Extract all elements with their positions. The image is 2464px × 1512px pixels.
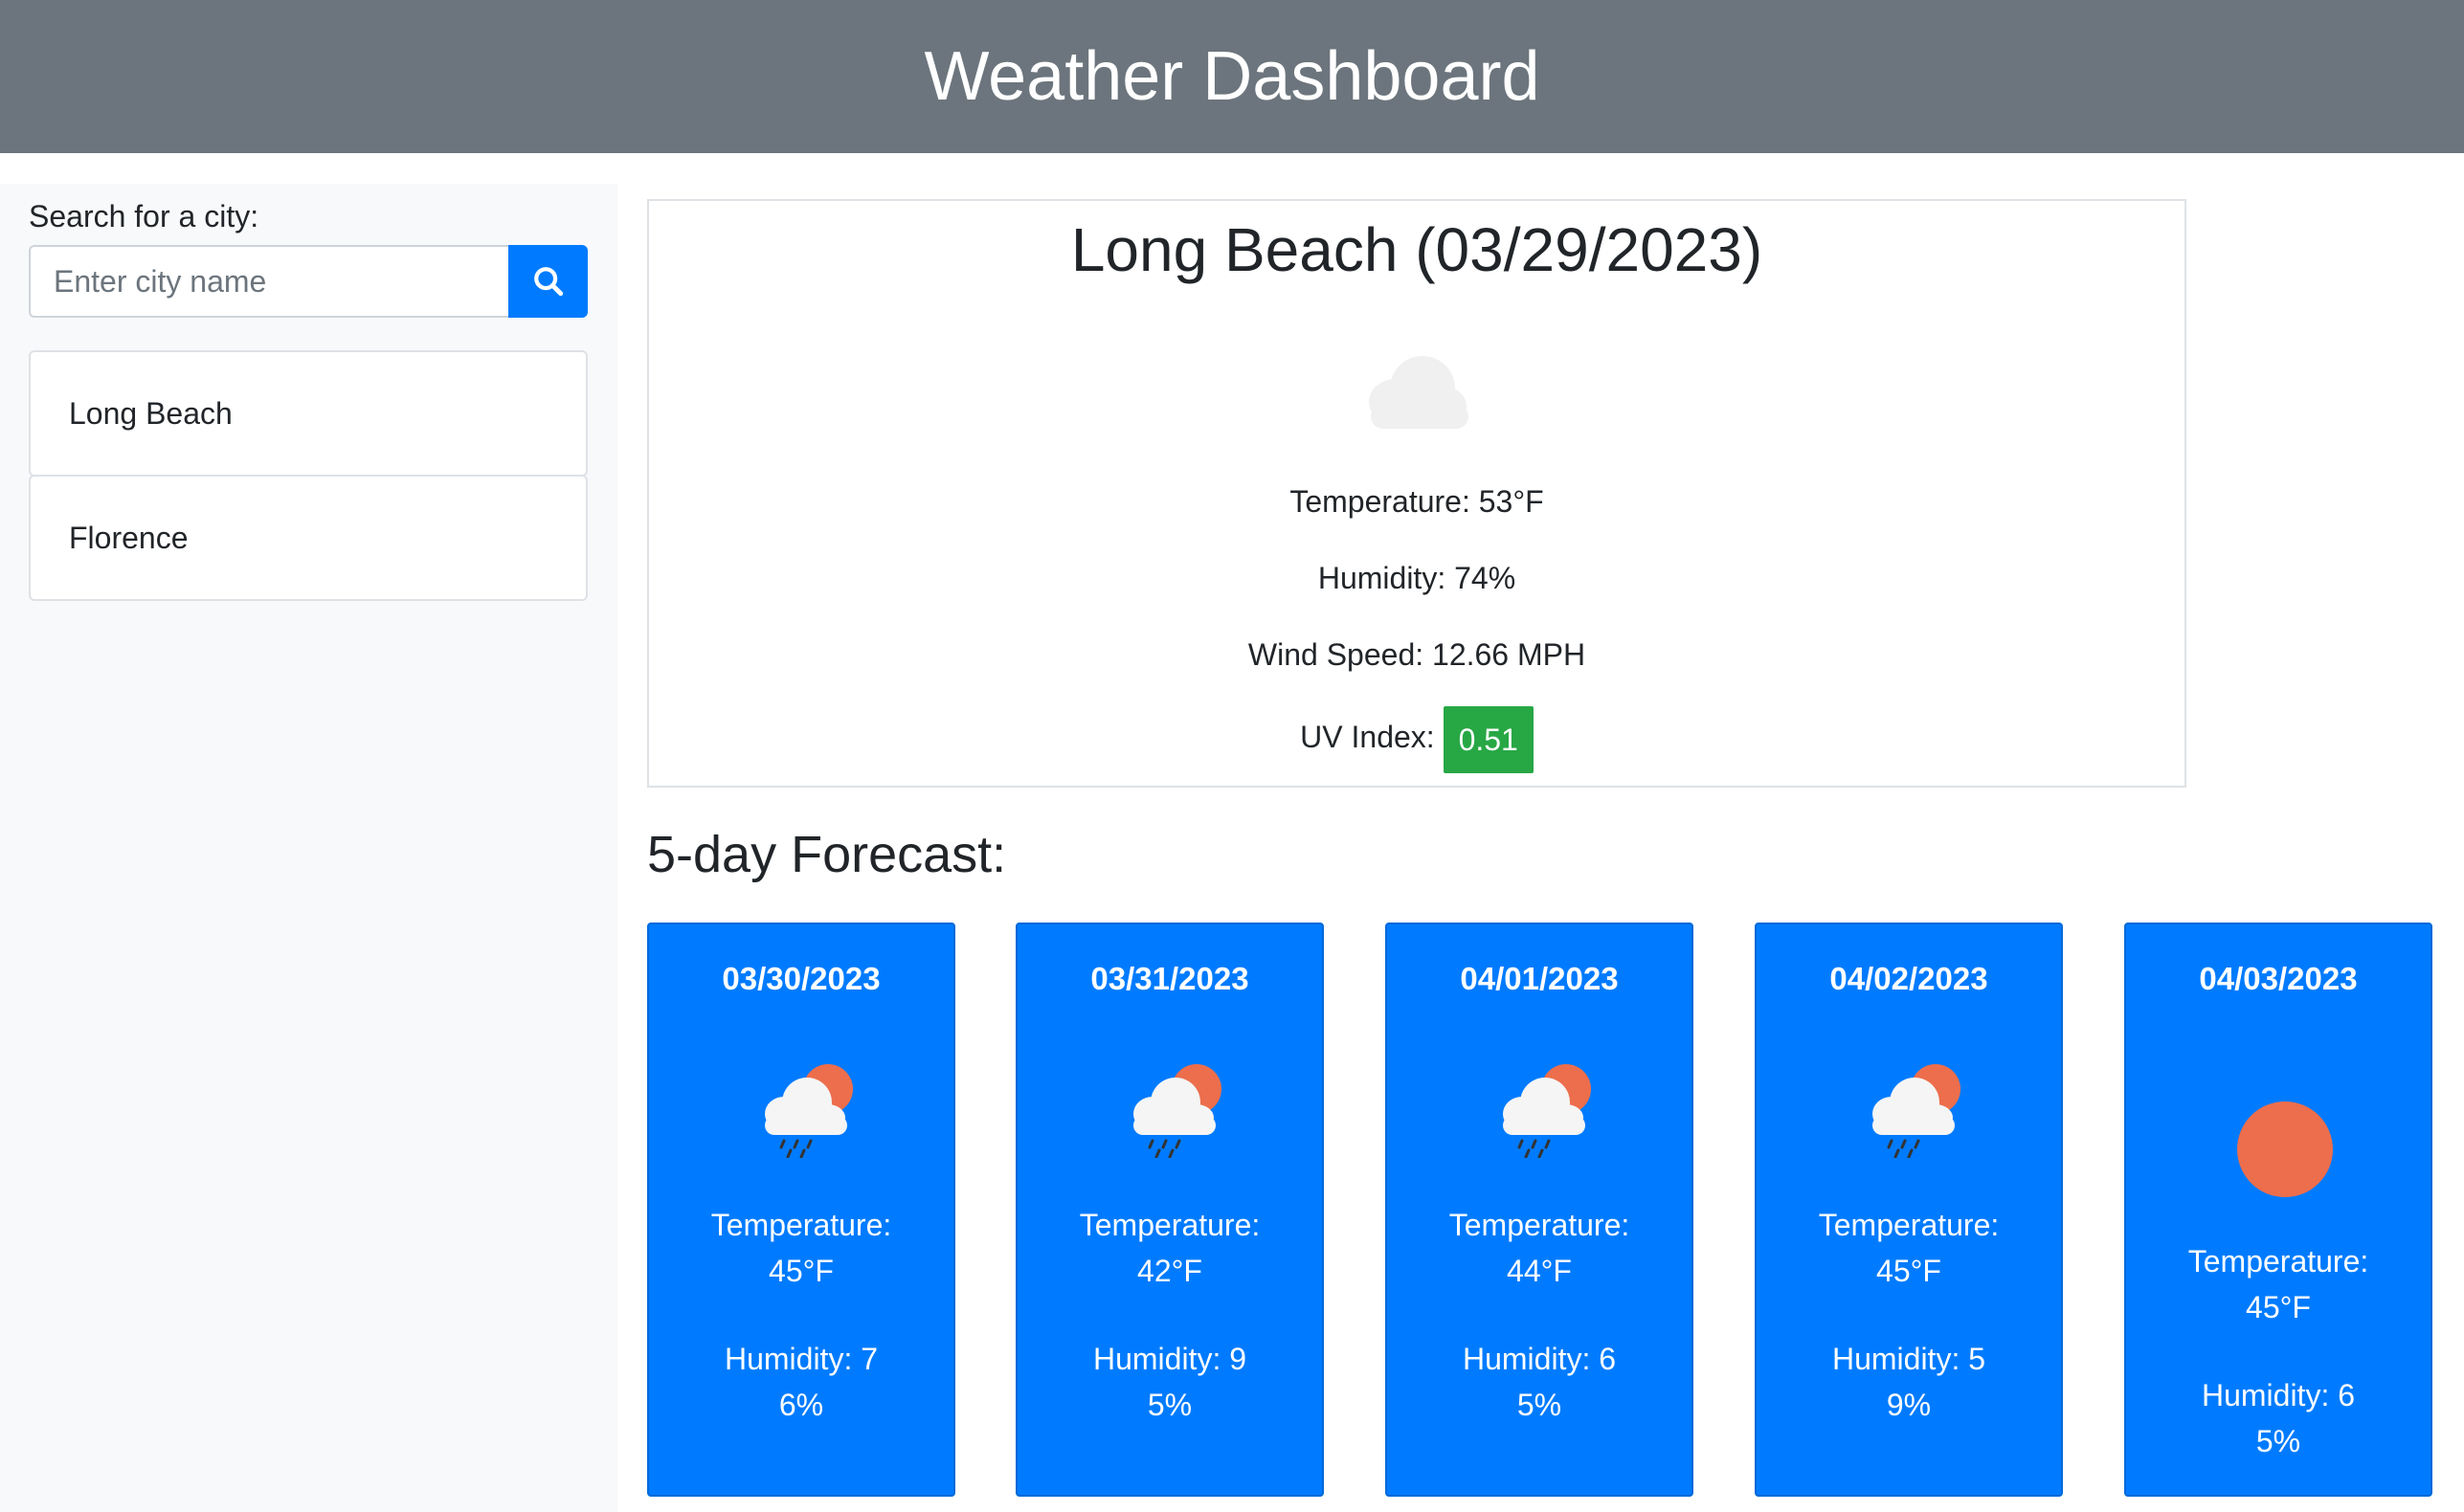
sun-icon bbox=[2232, 1097, 2338, 1207]
forecast-date: 03/30/2023 bbox=[722, 961, 881, 996]
forecast-card: 04/02/2023 Temperature: 45°F Humidity: 5… bbox=[1755, 923, 2063, 1497]
forecast-card: 04/01/2023 Temperature: 44°F Humidity: 6… bbox=[1385, 923, 1693, 1497]
current-humidity: Humidity: 74% bbox=[1317, 561, 1516, 595]
forecast-humidity: Humidity: 59% bbox=[1831, 1342, 1986, 1422]
search-icon bbox=[533, 267, 563, 297]
page-title: Weather Dashboard bbox=[924, 38, 1540, 115]
search-button[interactable] bbox=[508, 245, 588, 318]
current-weather-card: Long Beach (03/29/2023) Temperature: 53°… bbox=[647, 199, 2186, 788]
forecast-card: 04/03/2023 Temperature: 45°F Humidity: 6… bbox=[2124, 923, 2432, 1497]
history-item-florence[interactable]: Florence bbox=[29, 475, 588, 601]
forecast-card: 03/31/2023 Temperature: 42°F Humidity: 9… bbox=[1016, 923, 1324, 1497]
forecast-date: 04/03/2023 bbox=[2199, 961, 2358, 996]
history-city-label: Long Beach bbox=[69, 395, 233, 431]
forecast-humidity: Humidity: 95% bbox=[1092, 1342, 1247, 1422]
current-uv-row: UV Index: 0.51 bbox=[649, 702, 2184, 773]
forecast-heading: 5-day Forecast: bbox=[647, 826, 1007, 883]
forecast-humidity: Humidity: 76% bbox=[724, 1342, 879, 1422]
rain-sun-icon bbox=[1124, 1058, 1229, 1163]
forecast-temperature: Temperature: 45°F bbox=[2187, 1244, 2369, 1324]
city-search-input[interactable] bbox=[29, 245, 508, 318]
forecast-temperature: Temperature: 42°F bbox=[1079, 1208, 1261, 1288]
current-city-title: Long Beach (03/29/2023) bbox=[1070, 215, 1763, 284]
history-city-label: Florence bbox=[69, 520, 189, 555]
forecast-humidity: Humidity: 65% bbox=[1462, 1342, 1617, 1422]
rain-sun-icon bbox=[755, 1058, 861, 1163]
rain-sun-icon bbox=[1863, 1058, 1968, 1163]
forecast-date: 03/31/2023 bbox=[1090, 961, 1249, 996]
forecast-temperature: Temperature: 44°F bbox=[1448, 1208, 1630, 1288]
forecast-card: 03/30/2023 Temperature: 45°F Humidity: 7… bbox=[647, 923, 955, 1497]
current-temperature: Temperature: 53°F bbox=[1289, 484, 1544, 519]
uv-index-badge: 0.51 bbox=[1443, 705, 1534, 773]
forecast-temperature: Temperature: 45°F bbox=[1818, 1208, 2000, 1288]
cloud-icon bbox=[1357, 345, 1478, 441]
forecast-humidity: Humidity: 65% bbox=[2201, 1378, 2356, 1458]
forecast-date: 04/02/2023 bbox=[1829, 961, 1988, 996]
uv-label: UV Index: bbox=[1300, 720, 1435, 754]
forecast-date: 04/01/2023 bbox=[1460, 961, 1619, 996]
page-header: Weather Dashboard bbox=[0, 0, 2464, 153]
current-wind-speed: Wind Speed: 12.66 MPH bbox=[1247, 637, 1586, 672]
history-item-long-beach[interactable]: Long Beach bbox=[29, 350, 588, 477]
search-label: Search for a city: bbox=[29, 199, 259, 233]
rain-sun-icon bbox=[1493, 1058, 1599, 1163]
forecast-temperature: Temperature: 45°F bbox=[710, 1208, 892, 1288]
